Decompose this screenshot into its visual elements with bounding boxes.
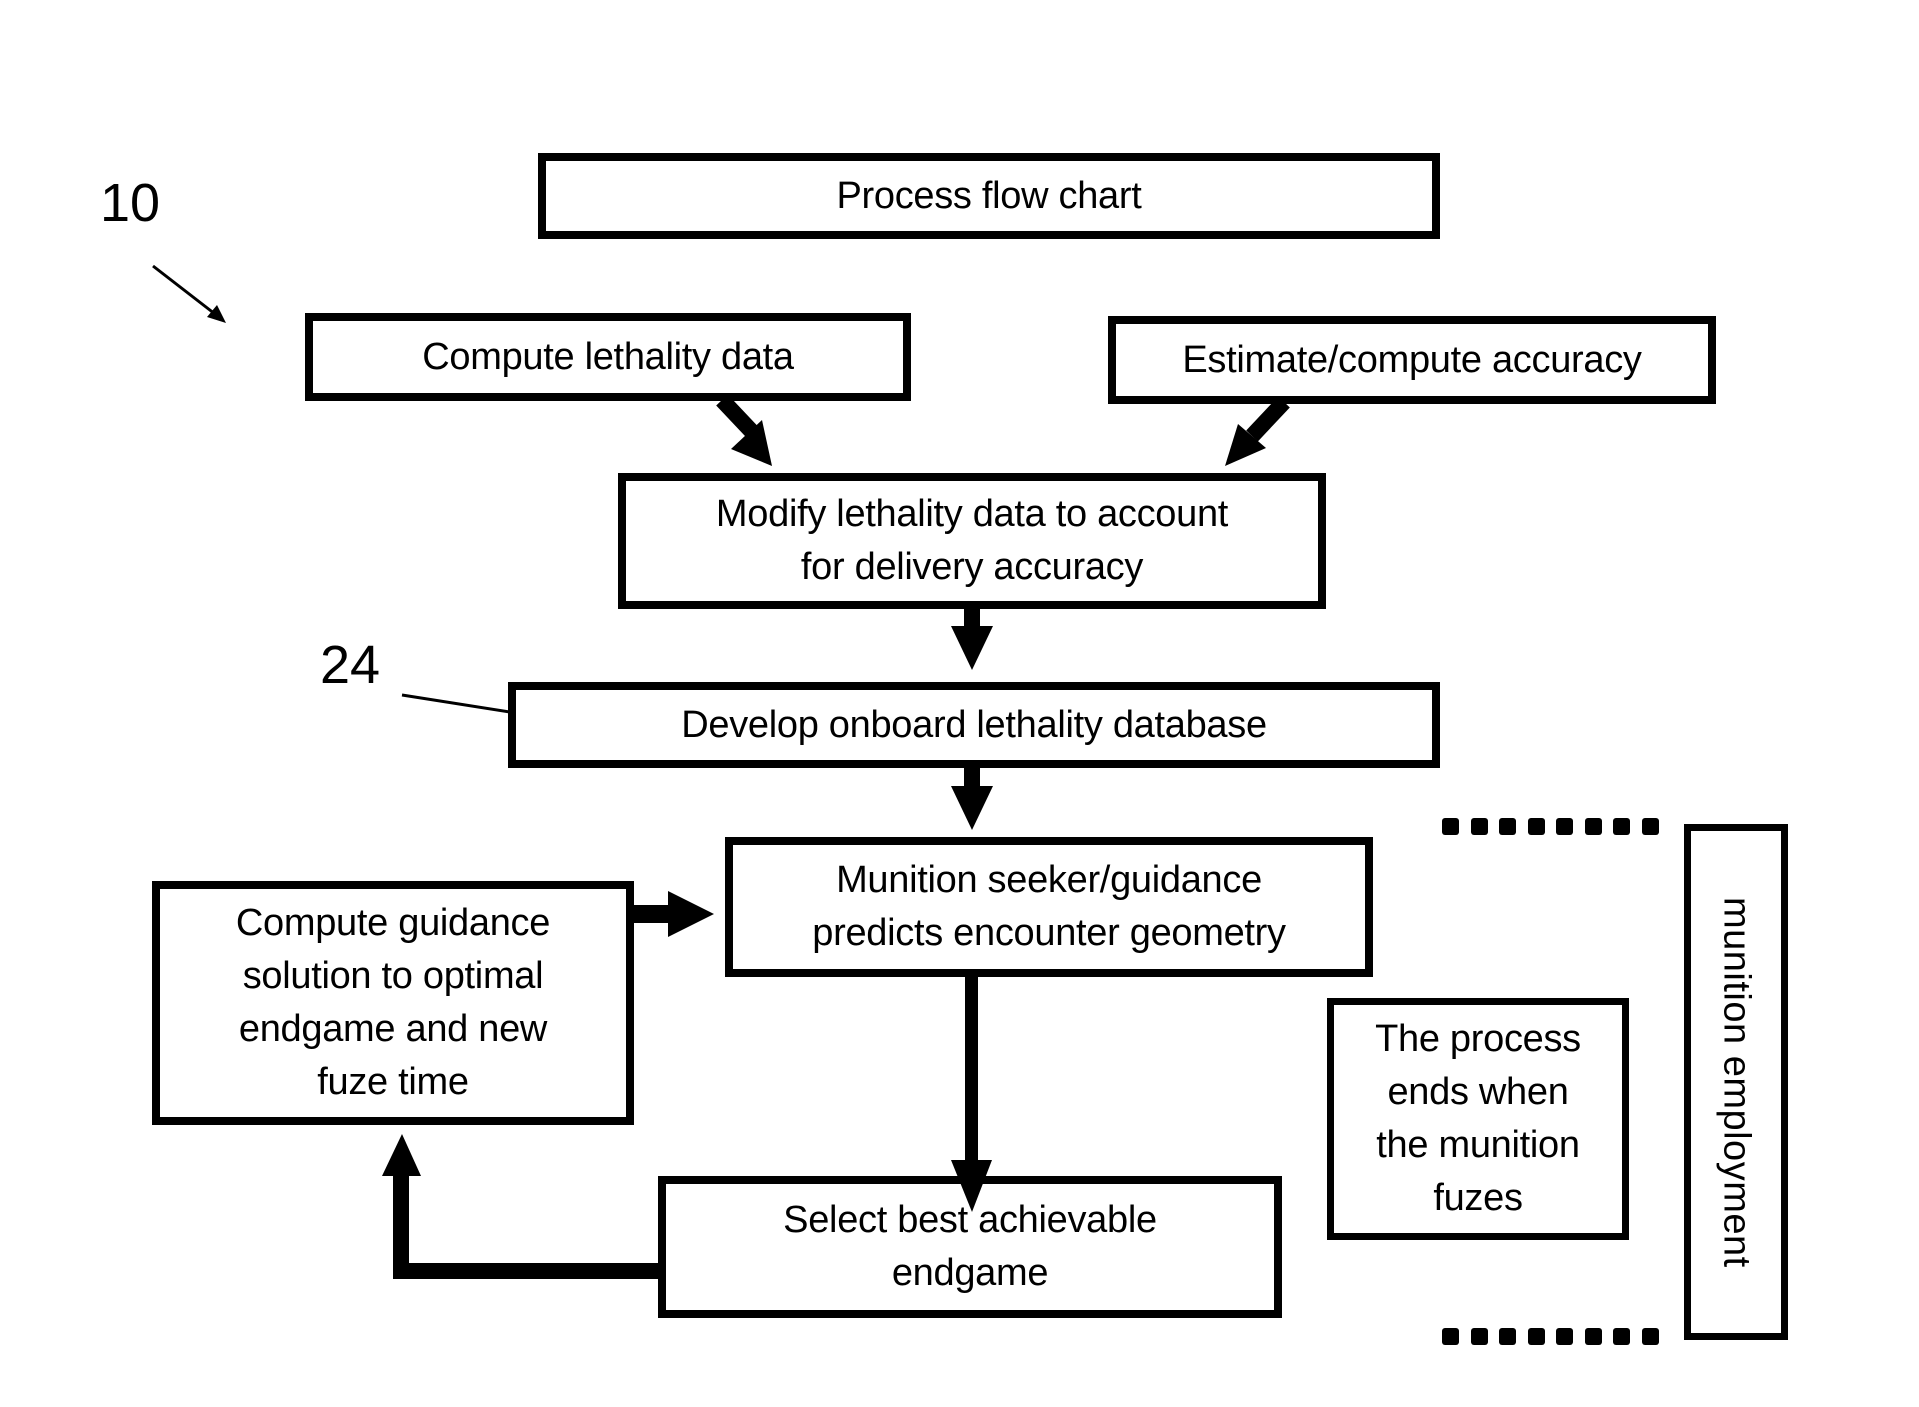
arrow-select-to-compute-guidance	[382, 1134, 661, 1279]
arrow-compute-lethality-to-modify	[716, 394, 772, 466]
compute-guidance-box: Compute guidance solution to optimal end…	[152, 881, 634, 1125]
seeker-guidance-box: Munition seeker/guidance predicts encoun…	[725, 837, 1373, 977]
estimate-accuracy-box: Estimate/compute accuracy	[1108, 316, 1716, 404]
estimate-accuracy-text: Estimate/compute accuracy	[1182, 338, 1642, 381]
arrow-develop-to-seeker	[951, 766, 993, 830]
bracket-dot	[1584, 1328, 1602, 1345]
bracket-dot	[1470, 818, 1488, 835]
seeker-guidance-text: Munition seeker/guidance predicts encoun…	[812, 859, 1286, 954]
title-box: Process flow chart	[538, 153, 1440, 239]
database-leader-line	[401, 693, 511, 714]
bracket-dot	[1641, 818, 1659, 835]
arrow-modify-to-develop	[951, 606, 993, 670]
bracket-dot	[1442, 1328, 1459, 1345]
bracket-dot	[1556, 818, 1573, 835]
bracket-dot	[1470, 1328, 1488, 1345]
database-reference-numeral: 24	[320, 635, 381, 695]
figure-reference-numeral: 10	[100, 173, 161, 233]
select-endgame-text: Select best achievable endgame	[783, 1199, 1157, 1294]
compute-guidance-text: Compute guidance solution to optimal end…	[235, 902, 551, 1103]
bracket-dot	[1641, 1328, 1659, 1345]
figure-reference-arrow	[152, 264, 226, 323]
bracket-dot	[1613, 818, 1630, 835]
develop-database-text: Develop onboard lethality database	[681, 703, 1267, 746]
arrow-estimate-accuracy-to-modify	[1225, 396, 1290, 466]
modify-lethality-text: Modify lethality data to account for del…	[715, 493, 1229, 588]
arrow-compute-guidance-to-seeker	[632, 891, 714, 937]
select-endgame-box: Select best achievable endgame	[658, 1176, 1282, 1318]
compute-lethality-text: Compute lethality data	[422, 335, 794, 378]
title-text: Process flow chart	[836, 174, 1142, 217]
phase-label-text: munition employment	[1715, 896, 1758, 1268]
bracket-dot	[1499, 818, 1516, 835]
process-ends-text: The process ends when the munition fuzes	[1375, 1018, 1581, 1219]
modify-lethality-box: Modify lethality data to account for del…	[618, 473, 1326, 609]
compute-lethality-box: Compute lethality data	[305, 313, 911, 401]
bracket-dot	[1527, 1328, 1545, 1345]
develop-database-box: Develop onboard lethality database	[508, 682, 1440, 768]
bracket-dot	[1556, 1328, 1573, 1345]
bracket-dot	[1499, 1328, 1516, 1345]
bracket-dot	[1613, 1328, 1630, 1345]
bracket-dot	[1442, 818, 1459, 835]
process-ends-box: The process ends when the munition fuzes	[1327, 998, 1629, 1240]
bracket-dot	[1527, 818, 1545, 835]
bracket-dot	[1584, 818, 1602, 835]
phase-label-box: munition employment	[1684, 824, 1788, 1340]
